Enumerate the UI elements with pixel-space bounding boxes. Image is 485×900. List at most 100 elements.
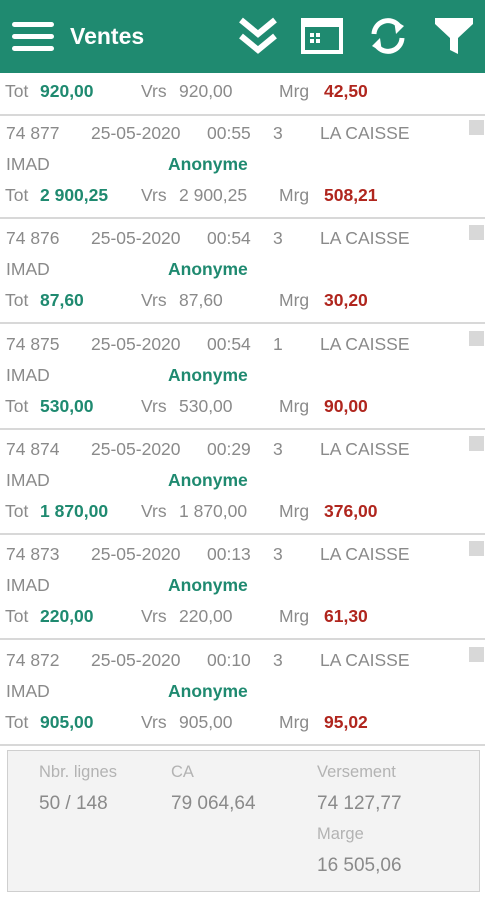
sale-user: IMAD [6, 575, 50, 595]
sale-client: Anonyme [168, 470, 248, 490]
sale-date: 25-05-2020 [91, 334, 181, 354]
sale-user: IMAD [6, 681, 50, 701]
sync-icon[interactable] [366, 14, 410, 58]
item-handle [469, 225, 484, 240]
sale-register: LA CAISSE [320, 123, 410, 143]
sale-user-row: IMAD Anonyme [0, 259, 460, 281]
sale-totals-row: Tot 87,60 Vrs 87,60 Mrg 30,20 [0, 290, 460, 312]
sale-number: 74 875 [6, 334, 60, 354]
sale-totals-row: Tot 1 870,00 Vrs 1 870,00 Mrg 376,00 [0, 501, 460, 523]
summary-panel: Nbr. lignes 50 / 148 CA 79 064,64 Versem… [7, 750, 480, 892]
sale-date: 25-05-2020 [91, 228, 181, 248]
versement-value: 2 900,25 [179, 185, 248, 205]
sale-header-row: 74 873 25-05-2020 00:13 3 LA CAISSE [0, 544, 460, 566]
sale-time: 00:55 [207, 123, 251, 143]
card-view-icon[interactable] [300, 14, 344, 58]
tot-label: Tot [5, 712, 29, 732]
tot-label: Tot [5, 290, 29, 310]
margin-value: 95,02 [324, 712, 368, 732]
mrg-label: Mrg [279, 501, 310, 521]
versement-value: 905,00 [179, 712, 233, 732]
vrs-label: Vrs [141, 185, 167, 205]
sale-user-row: IMAD Anonyme [0, 470, 460, 492]
hamburger-menu-icon[interactable] [12, 20, 54, 54]
lines-value: 50 / 148 [39, 793, 108, 814]
divider [0, 217, 485, 219]
total-value: 2 900,25 [40, 185, 109, 205]
sale-totals-row: Tot 905,00 Vrs 905,00 Mrg 95,02 [0, 712, 460, 734]
total-value: 920,00 [40, 81, 94, 101]
sale-register: LA CAISSE [320, 439, 410, 459]
sale-time: 00:10 [207, 650, 251, 670]
sale-number: 74 872 [6, 650, 60, 670]
vrs-label: Vrs [141, 712, 167, 732]
mrg-label: Mrg [279, 606, 310, 626]
total-value: 87,60 [40, 290, 84, 310]
tot-label: Tot [5, 81, 29, 101]
item-handle [469, 331, 484, 346]
sale-item-count: 3 [273, 123, 283, 143]
vrs-label: Vrs [141, 501, 167, 521]
item-handle [469, 647, 484, 662]
margin-value: 508,21 [324, 185, 378, 205]
sale-number: 74 874 [6, 439, 60, 459]
sale-register: LA CAISSE [320, 650, 410, 670]
sale-number: 74 877 [6, 123, 60, 143]
sale-date: 25-05-2020 [91, 439, 181, 459]
lines-label: Nbr. lignes [39, 763, 117, 781]
sale-card[interactable]: 74 877 25-05-2020 00:55 3 LA CAISSE IMAD Anony… [0, 118, 485, 223]
divider [0, 114, 485, 116]
sale-date: 25-05-2020 [91, 123, 181, 143]
sale-user-row: IMAD Anonyme [0, 681, 460, 703]
sale-client: Anonyme [168, 154, 248, 174]
versement-value: 530,00 [179, 396, 233, 416]
sale-time: 00:54 [207, 334, 251, 354]
versement-value: 74 127,77 [317, 793, 402, 814]
mrg-label: Mrg [279, 81, 310, 101]
marge-value: 16 505,06 [317, 855, 402, 876]
sale-register: LA CAISSE [320, 334, 410, 354]
total-value: 530,00 [40, 396, 94, 416]
sale-header-row: 74 876 25-05-2020 00:54 3 LA CAISSE [0, 228, 460, 250]
sale-date: 25-05-2020 [91, 544, 181, 564]
vrs-label: Vrs [141, 81, 167, 101]
list-item-partial[interactable]: Tot 920,00 Vrs 920,00 Mrg 42,50 [0, 81, 485, 103]
filter-icon[interactable] [432, 14, 476, 58]
sale-card[interactable]: 74 875 25-05-2020 00:54 1 LA CAISSE IMAD Anony… [0, 329, 485, 434]
sale-totals-row: Tot 220,00 Vrs 220,00 Mrg 61,30 [0, 606, 460, 628]
sale-card[interactable]: 74 872 25-05-2020 00:10 3 LA CAISSE IMAD Anony… [0, 645, 485, 750]
sale-item-count: 3 [273, 650, 283, 670]
divider [0, 533, 485, 535]
sale-register: LA CAISSE [320, 228, 410, 248]
vrs-label: Vrs [141, 290, 167, 310]
tot-label: Tot [5, 185, 29, 205]
vrs-label: Vrs [141, 606, 167, 626]
sale-card[interactable]: 74 873 25-05-2020 00:13 3 LA CAISSE IMAD Anony… [0, 539, 485, 644]
sale-date: 25-05-2020 [91, 650, 181, 670]
item-handle [469, 436, 484, 451]
sale-time: 00:13 [207, 544, 251, 564]
sale-header-row: 74 877 25-05-2020 00:55 3 LA CAISSE [0, 123, 460, 145]
chevron-double-down-icon[interactable] [236, 14, 280, 58]
sale-card[interactable]: 74 874 25-05-2020 00:29 3 LA CAISSE IMAD Anony… [0, 434, 485, 539]
sale-client: Anonyme [168, 259, 248, 279]
tot-label: Tot [5, 501, 29, 521]
sale-user: IMAD [6, 154, 50, 174]
sale-card[interactable]: 74 876 25-05-2020 00:54 3 LA CAISSE IMAD Anony… [0, 223, 485, 328]
app-bar: Ventes [0, 0, 485, 73]
sale-user-row: IMAD Anonyme [0, 154, 460, 176]
total-value: 1 870,00 [40, 501, 109, 521]
sale-register: LA CAISSE [320, 544, 410, 564]
mrg-label: Mrg [279, 396, 310, 416]
sale-client: Anonyme [168, 575, 248, 595]
sale-item-count: 1 [273, 334, 283, 354]
sale-user: IMAD [6, 259, 50, 279]
sale-user-row: IMAD Anonyme [0, 575, 460, 597]
tot-label: Tot [5, 396, 29, 416]
sale-item-count: 3 [273, 544, 283, 564]
versement-value: 220,00 [179, 606, 233, 626]
margin-value: 376,00 [324, 501, 378, 521]
ca-value: 79 064,64 [171, 793, 256, 814]
sale-item-count: 3 [273, 228, 283, 248]
sale-user-row: IMAD Anonyme [0, 365, 460, 387]
